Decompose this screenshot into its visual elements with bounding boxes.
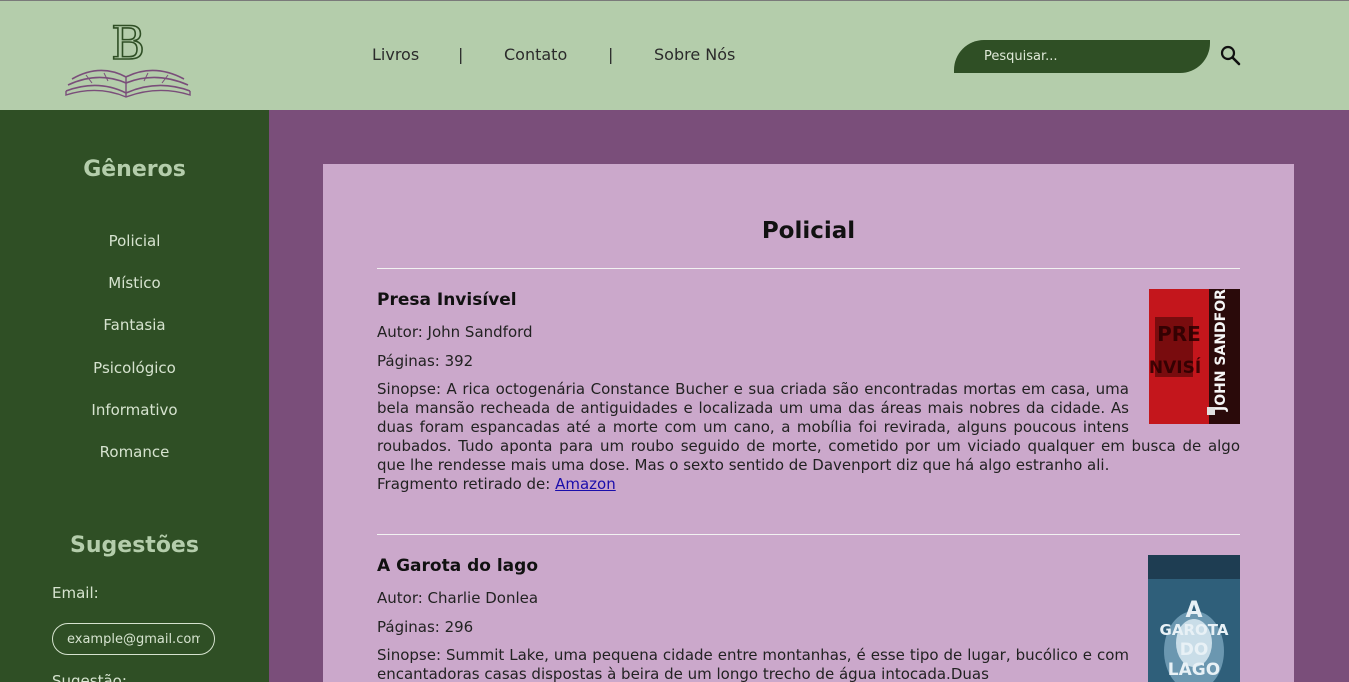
sidebar-item-psicologico[interactable]: Psicológico (0, 359, 269, 377)
suggestion-label: Sugestão: (52, 672, 127, 682)
email-field[interactable] (52, 623, 215, 655)
book-synopsis-line: Sinopse: A rica octogenária Constance Bu… (377, 380, 1129, 398)
search-icon[interactable] (1218, 43, 1244, 69)
nav-link-contato[interactable]: Contato (504, 45, 567, 64)
book-synopsis-line: roubados. Tudo aponta para um roubo segu… (377, 437, 1240, 455)
book-source: Fragmento retirado de: Amazon (377, 475, 616, 493)
main-nav: Livros | Contato | Sobre Nós (0, 45, 800, 69)
nav-separator: | (608, 45, 614, 64)
svg-text:JOHN SANDFORD: JOHN SANDFORD (1213, 289, 1229, 412)
book-synopsis-line: bela mansão recheada de antiguidades e l… (377, 399, 1129, 417)
book-author: Autor: John Sandford (377, 323, 533, 341)
book-author: Autor: Charlie Donlea (377, 589, 539, 607)
book-card: A Garota do lago Autor: Charlie Donlea P… (377, 555, 1240, 682)
book-cover[interactable]: A GAROTA DO LAGO (1148, 555, 1240, 682)
svg-text:A: A (1185, 598, 1202, 623)
book-pages: Páginas: 392 (377, 352, 474, 370)
book-card: Presa Invisível Autor: John Sandford Pág… (377, 289, 1240, 530)
book-synopsis-line: duas foram espancadas até a morte com um… (377, 418, 1129, 436)
page-title: Policial (761, 218, 856, 244)
search-bar (954, 40, 1210, 73)
svg-text:PRE: PRE (1157, 322, 1201, 346)
divider (377, 534, 1240, 535)
book-title: Presa Invisível (377, 290, 517, 310)
email-label: Email: (52, 584, 99, 602)
site-header: B Livros | Contato | Sobre Nós (0, 0, 1349, 110)
sidebar-item-romance[interactable]: Romance (0, 443, 269, 461)
svg-text:GAROTA: GAROTA (1160, 621, 1229, 639)
divider (377, 268, 1240, 269)
book-synopsis-line: que lhe rendesse mais uma dose. Mas o se… (377, 456, 1110, 474)
sidebar-item-mistico[interactable]: Místico (0, 274, 269, 292)
sidebar-item-policial[interactable]: Policial (0, 232, 269, 250)
book-synopsis-line: Sinopse: Summit Lake, uma pequena cidade… (377, 646, 1129, 664)
genres-title: Gêneros (83, 157, 186, 182)
book-title: A Garota do lago (377, 556, 538, 576)
sidebar-item-informativo[interactable]: Informativo (0, 401, 269, 419)
book-cover[interactable]: PRE NVISÍ JOHN SANDFORD (1149, 289, 1240, 424)
nav-link-livros[interactable]: Livros (372, 45, 419, 64)
content-panel: Policial Presa Invisível Autor: John San… (323, 164, 1294, 682)
nav-link-sobre-nos[interactable]: Sobre Nós (654, 45, 735, 64)
svg-text:DO: DO (1180, 640, 1209, 660)
book-pages: Páginas: 296 (377, 618, 474, 636)
nav-separator: | (458, 45, 464, 64)
suggestions-title: Sugestões (70, 533, 199, 558)
source-prefix: Fragmento retirado de: (377, 475, 556, 493)
svg-text:LAGO: LAGO (1168, 660, 1220, 680)
search-input[interactable] (984, 40, 1194, 73)
svg-text:NVISÍ: NVISÍ (1149, 356, 1201, 378)
sidebar-item-fantasia[interactable]: Fantasia (0, 316, 269, 334)
source-link-amazon[interactable]: Amazon (555, 475, 616, 493)
book-synopsis-line: encantadoras casas dispostas à beira de … (377, 665, 989, 682)
sidebar: Gêneros Policial Místico Fantasia Psicol… (0, 110, 269, 682)
